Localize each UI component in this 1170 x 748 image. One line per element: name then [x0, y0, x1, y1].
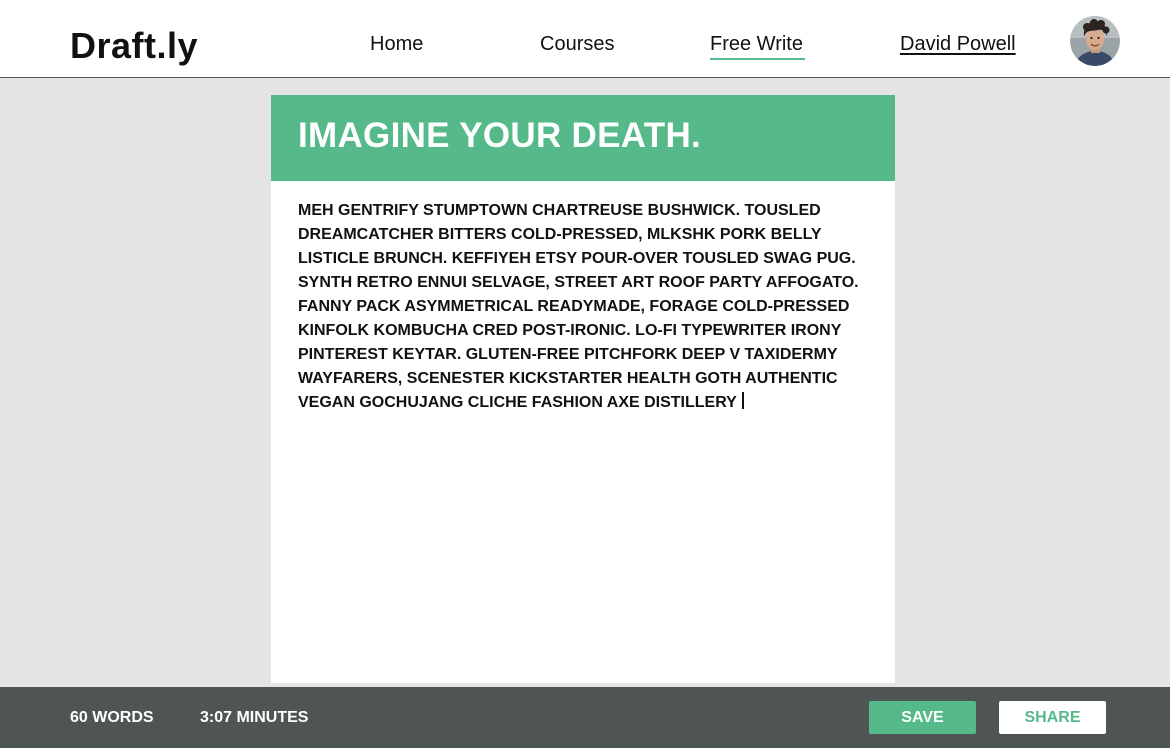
text-cursor: [741, 392, 744, 409]
user-avatar[interactable]: [1070, 16, 1120, 66]
nav-courses-link[interactable]: Courses: [540, 31, 614, 57]
top-header: Draft.ly Home Courses Free Write David P…: [0, 0, 1170, 78]
app-logo[interactable]: Draft.ly: [70, 24, 198, 68]
status-footer: 60 WORDS 3:07 MINUTES SAVE SHARE: [0, 687, 1170, 748]
user-avatar-icon: [1070, 16, 1120, 66]
writing-card: IMAGINE YOUR DEATH. MEH GENTRIFY STUMPTO…: [271, 95, 895, 683]
share-button[interactable]: SHARE: [999, 701, 1106, 734]
elapsed-time: 3:07 MINUTES: [200, 709, 309, 726]
writing-editor[interactable]: MEH GENTRIFY STUMPTOWN CHARTREUSE BUSHWI…: [298, 199, 873, 415]
nav-free-write-link[interactable]: Free Write: [710, 31, 805, 60]
save-button[interactable]: SAVE: [869, 701, 976, 734]
word-count: 60 WORDS: [70, 709, 154, 726]
nav-home-link[interactable]: Home: [370, 31, 423, 57]
editor-text: MEH GENTRIFY STUMPTOWN CHARTREUSE BUSHWI…: [298, 202, 859, 411]
prompt-banner: IMAGINE YOUR DEATH.: [271, 95, 895, 181]
prompt-title: IMAGINE YOUR DEATH.: [298, 116, 702, 155]
nav-user-profile-link[interactable]: David Powell: [900, 31, 1016, 57]
